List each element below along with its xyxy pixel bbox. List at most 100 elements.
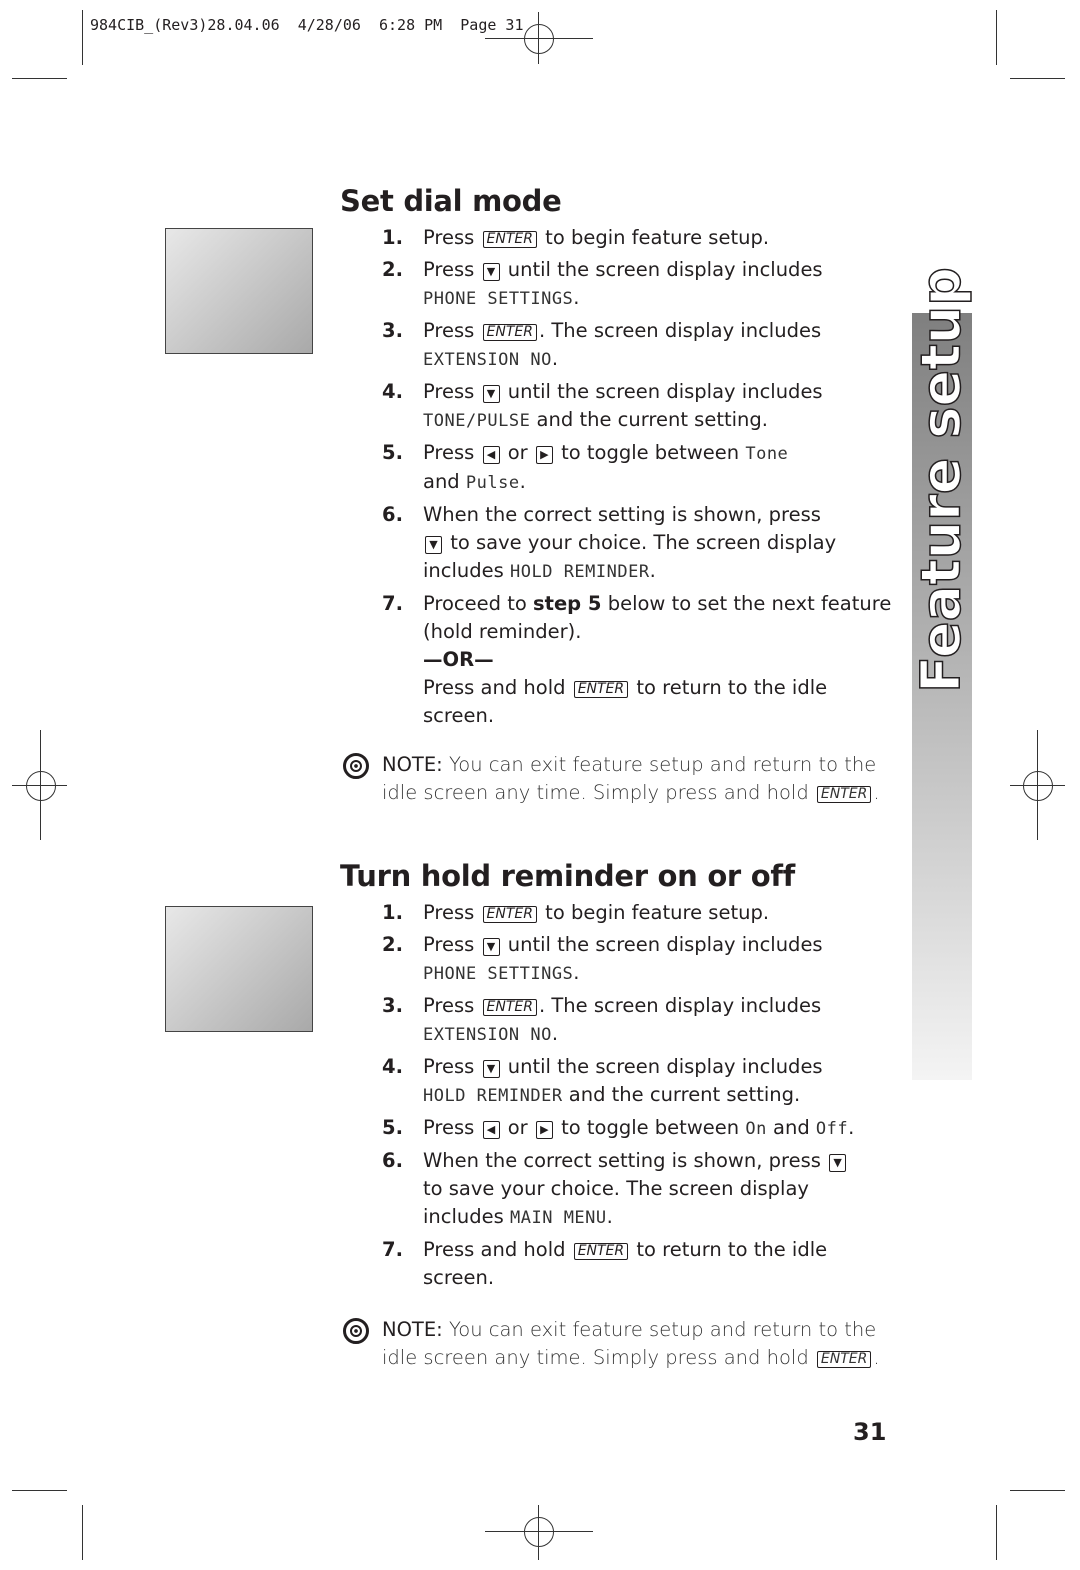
step-item: 4. Press ▼ until the screen display inclu… <box>382 1053 902 1110</box>
lcd-display-text: Tone <box>745 444 789 464</box>
lcd-display-text: HOLD REMINDER <box>423 1086 563 1106</box>
step-number: 5. <box>382 441 403 464</box>
step-number: 6. <box>382 1149 403 1172</box>
step-text: Press ENTER. The screen display includes… <box>423 992 821 1049</box>
enter-key-icon: ENTER <box>482 231 537 248</box>
text: until the screen display includes <box>501 1055 823 1078</box>
down-arrow-key-icon: ▼ <box>482 263 500 281</box>
text: screen. <box>423 1266 495 1289</box>
lcd-display-text: EXTENSION NO <box>423 1025 552 1045</box>
text: When the correct setting is shown, press <box>423 503 821 526</box>
step-number: 3. <box>382 319 403 342</box>
text: . <box>551 347 559 370</box>
enter-key-icon: ENTER <box>482 906 537 923</box>
lcd-display-text: Off <box>815 1119 849 1139</box>
print-slug: 984CIB_(Rev3)28.04.06 4/28/06 6:28 PM Pa… <box>90 16 524 34</box>
text: . <box>649 559 656 582</box>
step-item: 6. When the correct setting is shown, pre… <box>382 1147 902 1232</box>
step-number: 6. <box>382 503 403 526</box>
text: . <box>519 470 526 493</box>
step-number: 3. <box>382 994 403 1017</box>
step-text: Press and hold ENTER to return to the id… <box>423 1236 827 1292</box>
step-text: When the correct setting is shown, press… <box>423 501 836 586</box>
right-arrow-key-icon: ▶ <box>535 1121 553 1139</box>
step-item: 3. Press ENTER. The screen display includ… <box>382 992 902 1049</box>
text: . <box>848 1116 855 1139</box>
text: . <box>606 1205 613 1228</box>
text: When the correct setting is shown, press <box>423 1149 828 1172</box>
text: Press and hold <box>423 676 572 699</box>
enter-key-icon: ENTER <box>573 681 629 698</box>
lcd-display-text: HOLD REMINDER <box>510 562 650 582</box>
text: includes <box>423 1205 511 1228</box>
lcd-display-text: On <box>745 1119 767 1139</box>
lcd-display-text: PHONE SETTINGS <box>423 964 574 984</box>
text: to return to the idle <box>630 1238 828 1261</box>
text: Proceed to <box>423 592 534 615</box>
note-line: NOTE: You can exit feature setup and ret… <box>343 1316 883 1344</box>
step-text: Press ▼ until the screen display include… <box>423 931 823 988</box>
lcd-display-text: EXTENSION NO <box>423 350 552 370</box>
text: Press <box>423 258 481 281</box>
step-number: 5. <box>382 1116 403 1139</box>
step-item: 1. Press ENTER to begin feature setup. <box>382 899 902 927</box>
step-item: 7. Proceed to step 5 below to set the nex… <box>382 590 902 730</box>
text: until the screen display includes <box>501 380 823 403</box>
text: to toggle between <box>554 441 746 464</box>
step-list: 1. Press ENTER to begin feature setup. 2. P… <box>382 224 902 734</box>
step-text: Proceed to step 5 below to set the next … <box>423 590 891 730</box>
down-arrow-key-icon: ▼ <box>425 536 442 554</box>
text: Press <box>423 994 481 1017</box>
text: . The screen display includes <box>538 994 822 1017</box>
step-text: Press ENTER to begin feature setup. <box>423 899 769 927</box>
step-number: 7. <box>382 1238 403 1261</box>
note: NOTE: You can exit feature setup and ret… <box>343 751 883 807</box>
registration-mark <box>26 771 56 801</box>
step-text: Press ◀ or ▶ to toggle between Tone and P… <box>423 439 788 497</box>
handset-keypad-illustration <box>165 906 313 1032</box>
text: and the current setting. <box>530 408 768 431</box>
note-target-icon <box>343 753 369 779</box>
left-arrow-key-icon: ◀ <box>482 446 500 464</box>
crop-mark <box>996 10 997 65</box>
step-number: 4. <box>382 380 403 403</box>
crop-mark <box>82 1505 83 1560</box>
step-number: 2. <box>382 258 403 281</box>
text: to save your choice. The screen display <box>423 1177 809 1200</box>
text: and <box>766 1116 816 1139</box>
or-divider: —OR— <box>423 648 494 671</box>
step-text: Press ◀ or ▶ to toggle between On and Of… <box>423 1114 854 1143</box>
text: Press <box>423 933 481 956</box>
registration-mark <box>524 1517 554 1547</box>
text: to return to the idle <box>630 676 828 699</box>
lcd-display-text: PHONE SETTINGS <box>423 289 574 309</box>
step-number: 7. <box>382 592 403 615</box>
handset-keypad-illustration <box>165 228 313 354</box>
crop-mark <box>996 1505 997 1560</box>
step-item: 7. Press and hold ENTER to return to the … <box>382 1236 902 1292</box>
text: Press <box>423 1055 481 1078</box>
lcd-display-text: TONE/PULSE <box>423 411 531 431</box>
text: or <box>501 441 534 464</box>
page-number: 31 <box>853 1418 887 1446</box>
step-text: When the correct setting is shown, press… <box>423 1147 848 1232</box>
left-arrow-key-icon: ◀ <box>482 1121 500 1139</box>
note-text: idle screen any time. Simply press and h… <box>382 781 815 804</box>
text: to begin feature setup. <box>538 226 770 249</box>
side-tab-label: Feature setup <box>909 266 974 693</box>
enter-key-icon: ENTER <box>482 324 537 341</box>
registration-mark <box>1023 771 1053 801</box>
crop-mark <box>1010 78 1065 79</box>
step-text: Press ▼ until the screen display include… <box>423 1053 823 1110</box>
manual-page: 984CIB_(Rev3)28.04.06 4/28/06 6:28 PM Pa… <box>0 0 1080 1570</box>
step-number: 2. <box>382 933 403 956</box>
step-number: 1. <box>382 226 403 249</box>
down-arrow-key-icon: ▼ <box>482 1060 500 1078</box>
step-item: 5. Press ◀ or ▶ to toggle between Tone and… <box>382 439 902 497</box>
right-arrow-key-icon: ▶ <box>535 446 553 464</box>
text: . The screen display includes <box>538 319 822 342</box>
note-text: . <box>873 1346 880 1369</box>
text: to toggle between <box>554 1116 746 1139</box>
text: Press <box>423 319 481 342</box>
lcd-display-text: MAIN MENU <box>510 1208 607 1228</box>
